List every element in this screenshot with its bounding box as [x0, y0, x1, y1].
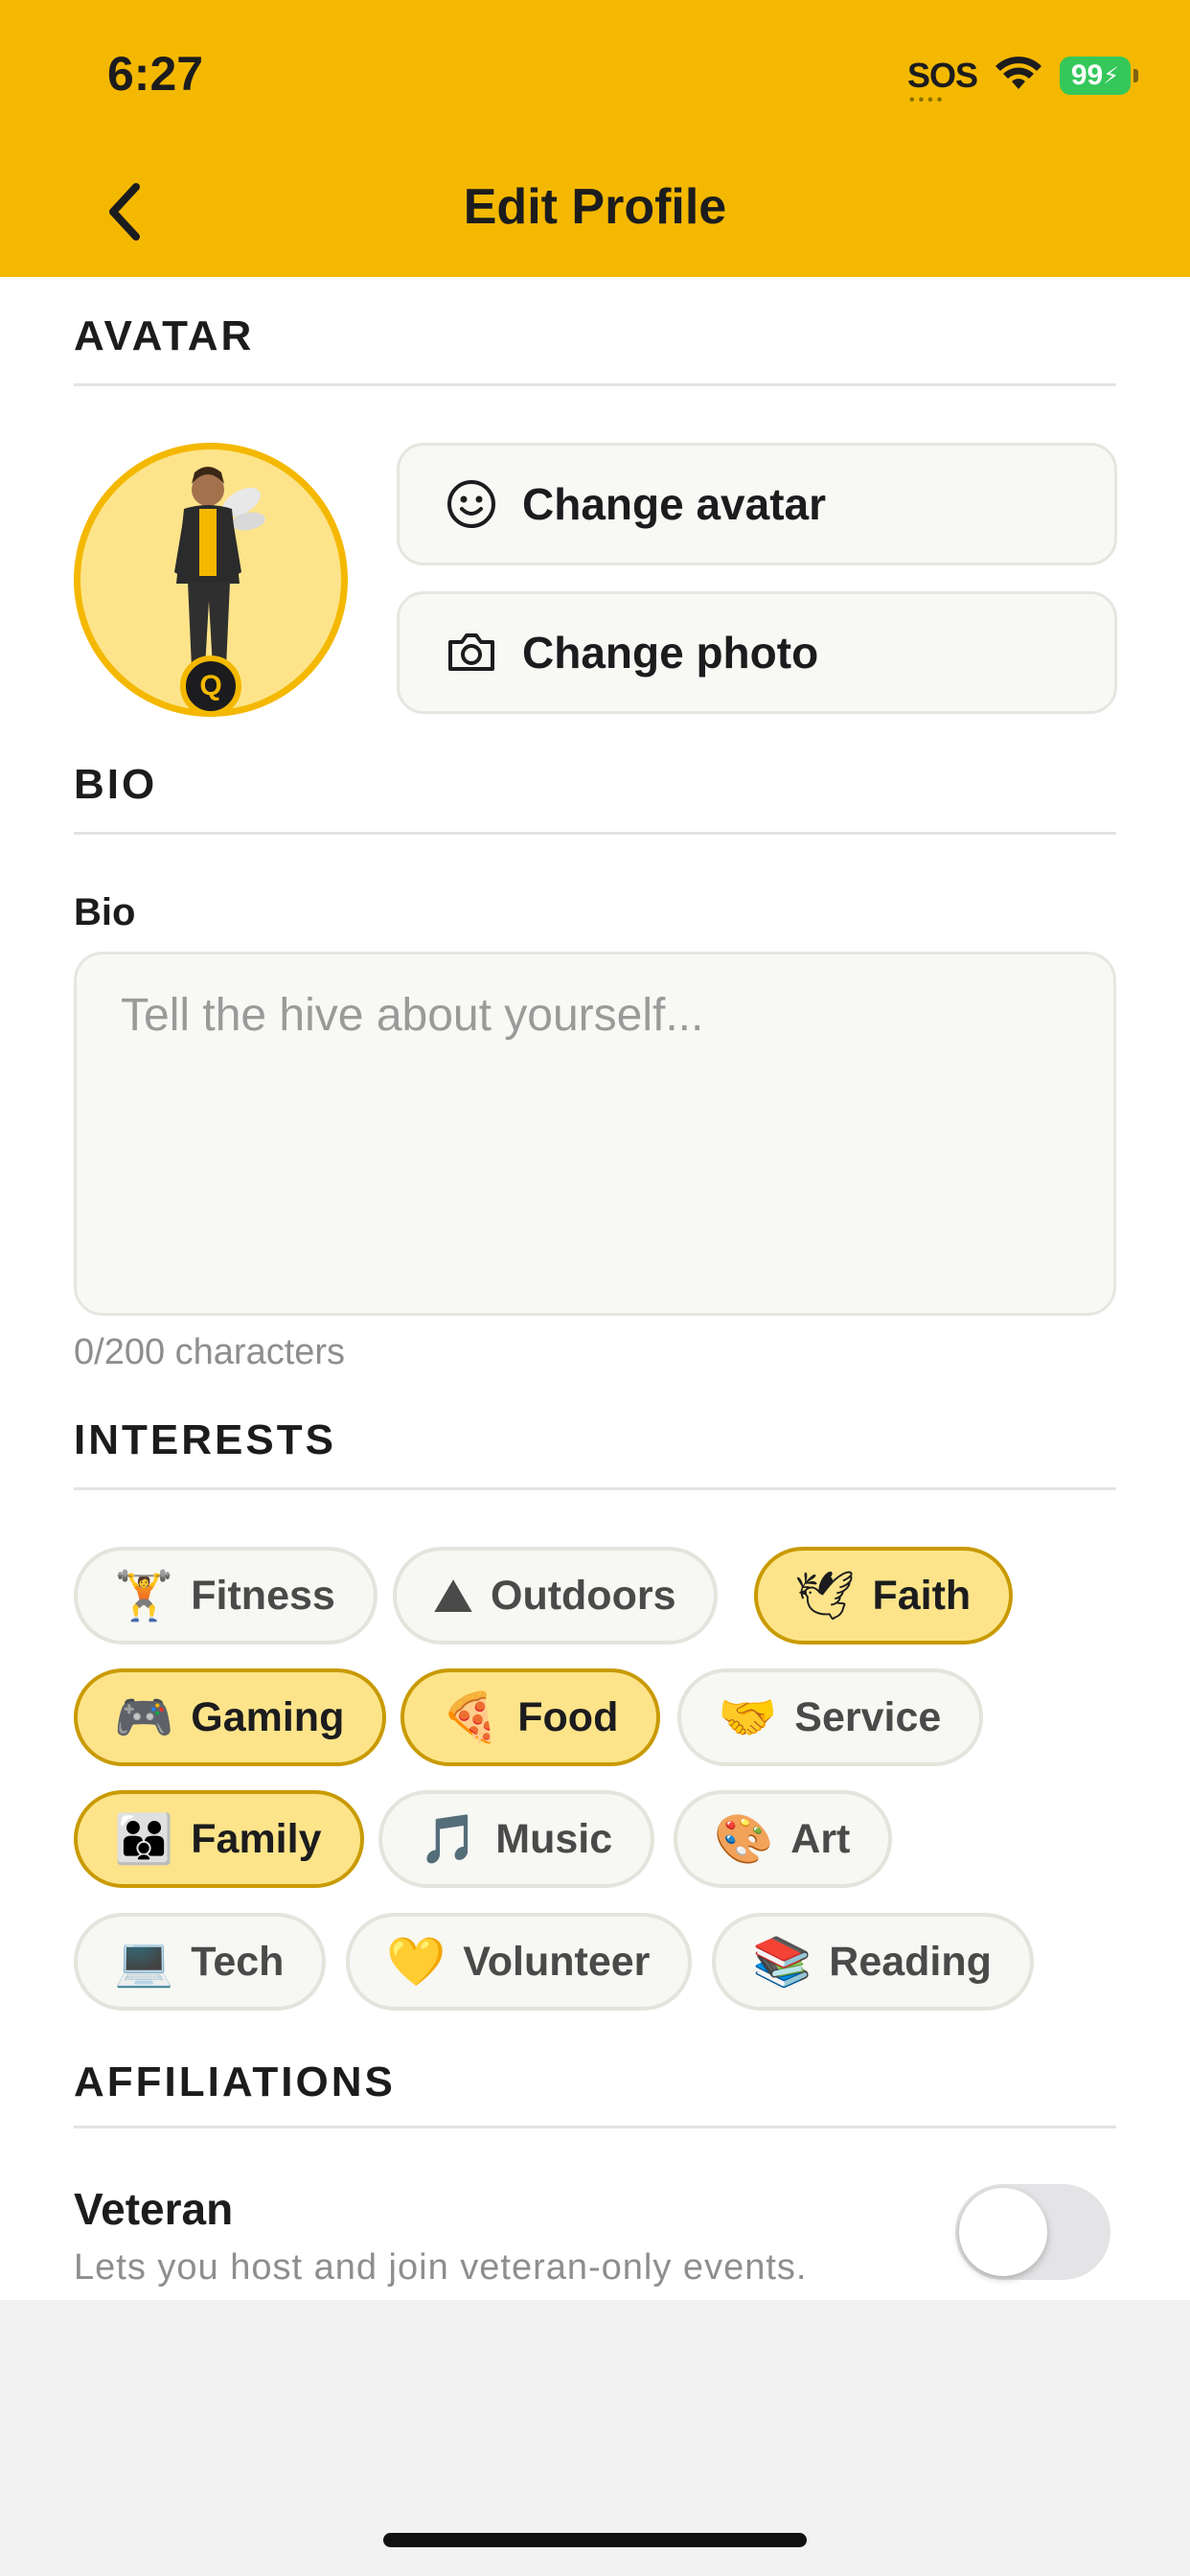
wifi-icon	[995, 55, 1042, 98]
divider	[74, 832, 1116, 835]
chip-label: Gaming	[191, 1693, 345, 1740]
divider	[74, 383, 1116, 386]
weightlifter-icon: 🏋	[114, 1567, 174, 1623]
music-note-icon: 🎵	[419, 1810, 479, 1867]
mountain-icon: ⛰	[433, 1567, 473, 1623]
bio-input[interactable]	[74, 952, 1116, 1316]
change-photo-button[interactable]: Change photo	[397, 591, 1117, 714]
section-title-bio: BIO	[74, 761, 158, 808]
laptop-icon: 💻	[114, 1933, 174, 1990]
chip-label: Art	[790, 1815, 851, 1862]
bio-label: Bio	[74, 891, 136, 933]
interest-chip-tech[interactable]: 💻 Tech	[74, 1913, 327, 2011]
interest-chip-music[interactable]: 🎵 Music	[378, 1790, 655, 1888]
interest-chip-volunteer[interactable]: 💛 Volunteer	[346, 1913, 693, 2011]
chip-label: Fitness	[191, 1572, 335, 1619]
smiley-icon	[447, 480, 495, 528]
veteran-title: Veteran	[74, 2184, 234, 2234]
battery-icon: 99 ⚡	[1060, 57, 1138, 95]
chip-label: Music	[495, 1815, 613, 1862]
section-title-interests: INTERESTS	[74, 1416, 336, 1463]
interest-chip-faith[interactable]: 🕊 Faith	[754, 1547, 1014, 1644]
interest-chip-food[interactable]: 🍕 Food	[400, 1668, 661, 1766]
interest-chip-family[interactable]: 👪 Family	[74, 1790, 364, 1888]
change-avatar-label: Change avatar	[522, 479, 827, 529]
chip-label: Reading	[829, 1938, 992, 1985]
interest-chip-fitness[interactable]: 🏋 Fitness	[74, 1547, 378, 1644]
divider	[74, 1487, 1116, 1490]
game-controller-icon: 🎮	[114, 1689, 174, 1745]
interest-chip-art[interactable]: 🎨 Art	[674, 1790, 893, 1888]
family-icon: 👪	[114, 1810, 174, 1867]
section-title-avatar: AVATAR	[74, 312, 255, 359]
pizza-icon: 🍕	[441, 1689, 501, 1745]
interest-chip-gaming[interactable]: 🎮 Gaming	[74, 1668, 387, 1766]
palette-icon: 🎨	[714, 1810, 774, 1867]
change-avatar-button[interactable]: Change avatar	[397, 443, 1117, 565]
handshake-icon: 🤝	[718, 1689, 778, 1745]
interest-chip-reading[interactable]: 📚 Reading	[712, 1913, 1034, 2011]
veteran-description: Lets you host and join veteran-only even…	[74, 2247, 808, 2288]
camera-icon	[448, 633, 494, 671]
toggle-knob	[959, 2188, 1047, 2276]
divider	[74, 2126, 1116, 2128]
sos-indicator: SOS ••••	[906, 56, 978, 108]
status-icons: SOS •••• 99 ⚡	[906, 52, 1138, 108]
chip-label: Outdoors	[491, 1572, 676, 1619]
chip-label: Faith	[872, 1572, 972, 1619]
chip-label: Family	[191, 1815, 322, 1862]
books-icon: 📚	[752, 1933, 812, 1990]
veteran-toggle[interactable]	[955, 2184, 1110, 2280]
section-title-affiliations: AFFILIATIONS	[74, 2058, 396, 2105]
home-indicator	[383, 2533, 807, 2547]
status-time: 6:27	[107, 47, 204, 101]
interest-chip-outdoors[interactable]: ⛰ Outdoors	[393, 1547, 719, 1644]
chip-label: Food	[517, 1693, 619, 1740]
bio-char-count: 0/200 characters	[74, 1332, 346, 1372]
page-title: Edit Profile	[463, 179, 727, 235]
change-photo-label: Change photo	[522, 628, 819, 678]
dove-icon: 🕊	[794, 1567, 856, 1623]
chip-label: Service	[794, 1693, 942, 1740]
chip-label: Tech	[191, 1938, 285, 1985]
chip-label: Volunteer	[463, 1938, 651, 1985]
interest-chip-service[interactable]: 🤝 Service	[677, 1668, 984, 1766]
top-header: 6:27 SOS •••• 99 ⚡ Edit Profile	[0, 0, 1190, 277]
yellow-heart-icon: 💛	[386, 1933, 446, 1990]
avatar-badge: Q	[180, 656, 241, 717]
